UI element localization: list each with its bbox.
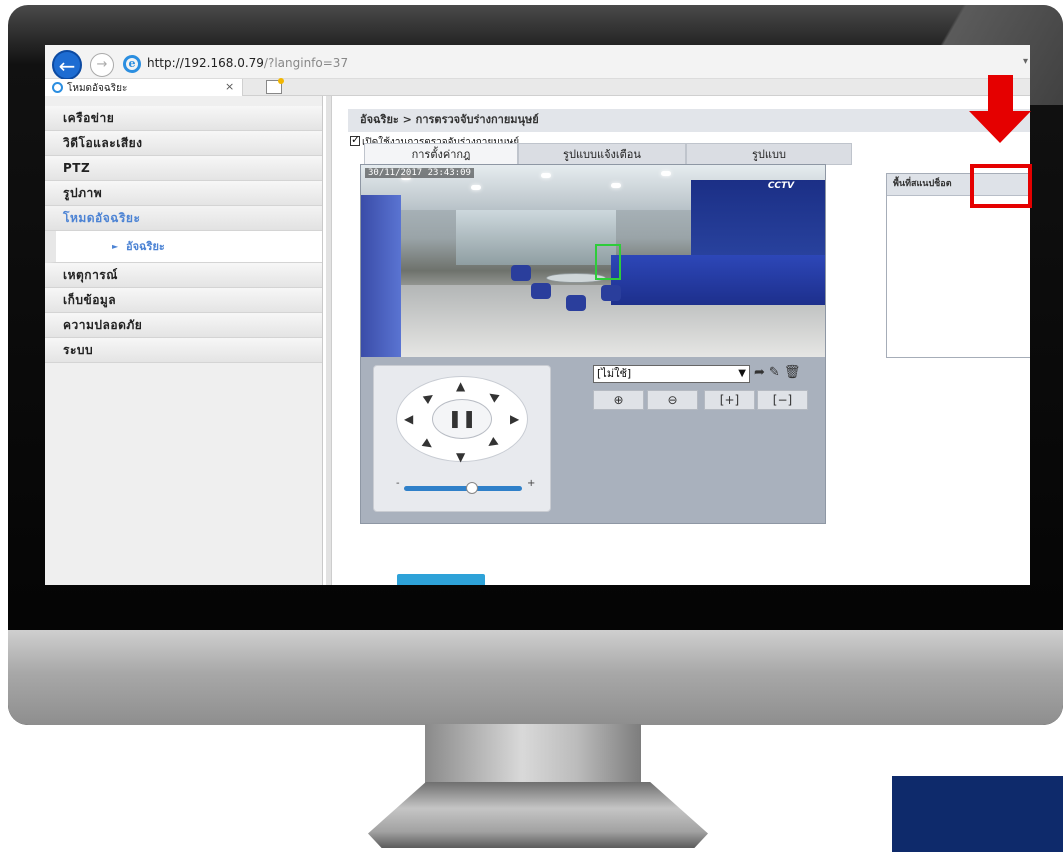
sidebar-item-storage[interactable]: เก็บข้อมูล — [45, 288, 322, 313]
video-counter — [611, 255, 825, 305]
ie-tab-icon — [52, 82, 63, 93]
settings-tabs: การตั้งค่ากฎ รูปแบบแจ้งเตือน รูปแบบ — [364, 143, 858, 165]
tab-rule-settings[interactable]: การตั้งค่ากฎ — [364, 143, 518, 165]
screen: ← → e http://192.168.0.79/?langinfo=37 ▾… — [45, 45, 1030, 585]
red-arrow-shaft — [988, 75, 1013, 113]
brand-block — [892, 776, 1063, 852]
video-wall-left — [361, 195, 401, 357]
sidebar-splitter[interactable] — [326, 96, 332, 585]
forward-button[interactable]: → — [90, 53, 114, 77]
url-field[interactable]: http://192.168.0.79/?langinfo=37 — [147, 56, 348, 70]
sidebar-item-video-audio[interactable]: วิดีโอและเสียง — [45, 131, 322, 156]
sidebar-top — [45, 96, 322, 106]
rule-panel: CCTV 30/11/2017 23:43:09 ▲ ▼ ◀ ▶ ▶ ▶ ▶ ▶… — [360, 164, 826, 524]
browser-tab[interactable]: โหมดอัจฉริยะ × — [45, 79, 243, 96]
tab-pattern[interactable]: รูปแบบ — [686, 143, 852, 165]
url-path: /?langinfo=37 — [263, 56, 349, 70]
ptz-control: ▲ ▼ ◀ ▶ ▶ ▶ ▶ ▶ ❚❚ - + — [373, 365, 551, 512]
ptz-speed-slider[interactable] — [404, 482, 522, 494]
ptz-right-icon[interactable]: ▶ — [510, 413, 519, 425]
back-button[interactable]: ← — [52, 50, 82, 80]
tab-close-button[interactable]: × — [225, 80, 234, 93]
monitor-stand-neck — [425, 724, 641, 784]
preset-select[interactable]: [ไม่ใช้] ▼ — [593, 365, 750, 383]
sidebar: เครือข่าย วิดีโอและเสียง PTZ รูปภาพ โหมด… — [45, 96, 323, 585]
video-chair — [566, 295, 586, 311]
enable-checkbox[interactable] — [350, 133, 360, 146]
sidebar-item-ptz[interactable]: PTZ — [45, 156, 322, 181]
monitor-stand-base — [368, 782, 708, 848]
sidebar-subitem-intelligent[interactable]: ► อัจฉริยะ — [45, 231, 322, 263]
zoom-in-button[interactable]: ⊕ — [593, 390, 644, 410]
monitor-chin — [8, 630, 1063, 725]
focus-near-button[interactable]: [+] — [704, 390, 755, 410]
sidebar-item-events[interactable]: เหตุการณ์ — [45, 263, 322, 288]
main-content: อัจฉริยะ > การตรวจจับร่างกายมนุษย์ เปิดใ… — [333, 96, 1030, 585]
breadcrumb: อัจฉริยะ > การตรวจจับร่างกายมนุษย์ — [348, 109, 1030, 132]
ie-icon: e — [123, 55, 141, 73]
address-bar: ← → e http://192.168.0.79/?langinfo=37 ▾ — [45, 45, 1030, 80]
sidebar-item-intelligent[interactable]: โหมดอัจฉริยะ — [45, 206, 322, 231]
ptz-speed-knob[interactable] — [466, 482, 478, 494]
sidebar-item-image[interactable]: รูปภาพ — [45, 181, 322, 206]
new-tab-button[interactable] — [266, 78, 284, 94]
ptz-left-icon[interactable]: ◀ — [404, 413, 413, 425]
red-highlight-box — [970, 164, 1032, 208]
live-video[interactable]: CCTV 30/11/2017 23:43:09 — [361, 165, 825, 357]
video-chair — [511, 265, 531, 281]
delete-icon[interactable]: 🗑 — [784, 365, 801, 380]
save-button[interactable] — [397, 574, 485, 585]
tab-title: โหมดอัจฉริยะ — [67, 83, 128, 94]
call-preset-icon[interactable]: ➦ — [754, 365, 765, 380]
address-dropdown-icon[interactable]: ▾ — [1023, 56, 1028, 67]
sidebar-item-network[interactable]: เครือข่าย — [45, 106, 322, 131]
detection-box — [595, 244, 621, 280]
url-host: http://192.168.0.79 — [147, 56, 264, 70]
sidebar-item-system[interactable]: ระบบ — [45, 338, 322, 363]
ptz-pause-button[interactable]: ❚❚ — [432, 399, 492, 439]
video-chair — [531, 283, 551, 299]
edit-icon[interactable]: ✎ — [769, 365, 780, 380]
video-light — [661, 171, 671, 176]
preset-actions: ➦ ✎ 🗑 — [754, 365, 804, 380]
video-timestamp: 30/11/2017 23:43:09 — [365, 168, 474, 178]
ptz-up-icon[interactable]: ▲ — [456, 380, 465, 392]
video-light — [541, 173, 551, 178]
red-arrow-head — [969, 111, 1031, 143]
red-arrow-annotation — [969, 75, 1032, 145]
arrow-left-icon: ← — [58, 54, 76, 78]
speed-plus: + — [527, 478, 536, 489]
snapshot-area-title: พื้นที่สแนปช็อต — [893, 179, 952, 189]
sidebar-item-security[interactable]: ความปลอดภัย — [45, 313, 322, 338]
caret-right-icon: ► — [112, 242, 119, 251]
arrow-right-icon: → — [96, 57, 108, 72]
preset-value: [ไม่ใช้] — [597, 367, 632, 380]
speed-minus: - — [396, 478, 400, 489]
chevron-down-icon: ▼ — [738, 368, 746, 379]
tab-bar: โหมดอัจฉริยะ × — [45, 78, 1030, 96]
zoom-out-button[interactable]: ⊖ — [647, 390, 698, 410]
video-window — [456, 210, 616, 265]
video-sign: CCTV — [767, 181, 795, 191]
video-light — [471, 185, 481, 190]
ptz-down-icon[interactable]: ▼ — [456, 451, 465, 463]
zoom-controls: ⊕ ⊖ [+] [−] — [593, 390, 809, 412]
tab-alarm-pattern[interactable]: รูปแบบแจ้งเตือน — [518, 143, 686, 165]
focus-far-button[interactable]: [−] — [757, 390, 808, 410]
video-chair — [601, 285, 621, 301]
video-light — [611, 183, 621, 188]
